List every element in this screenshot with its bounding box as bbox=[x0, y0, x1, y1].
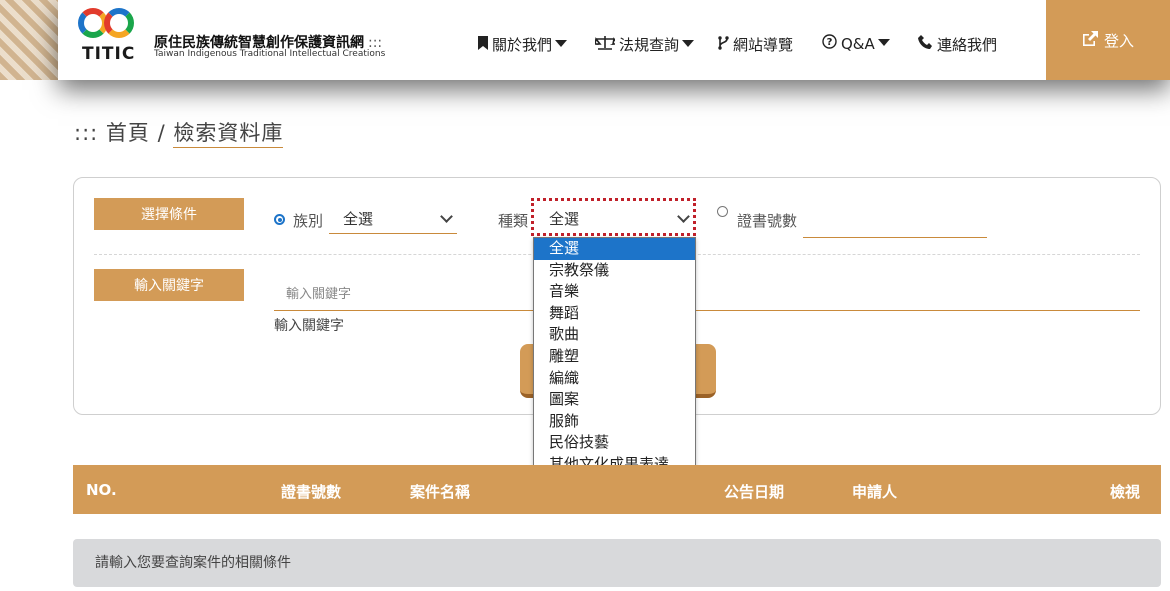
phone-icon bbox=[918, 35, 933, 54]
share-square-icon bbox=[1082, 30, 1098, 50]
type-option[interactable]: 雕塑 bbox=[534, 346, 695, 368]
column-header-certificate[interactable]: 證書號數 bbox=[281, 481, 341, 502]
breadcrumb-separator: / bbox=[157, 121, 166, 145]
svg-text:?: ? bbox=[827, 37, 833, 48]
keyword-input[interactable] bbox=[274, 279, 1140, 311]
column-header-announce-date[interactable]: 公告日期 bbox=[724, 481, 784, 502]
logo-ring-right bbox=[104, 8, 134, 38]
column-header-applicant[interactable]: 申請人 bbox=[852, 481, 897, 502]
type-option[interactable]: 音樂 bbox=[534, 281, 695, 303]
certificate-number-field[interactable] bbox=[803, 237, 987, 238]
breadcrumb: ::: 首頁 / 檢索資料庫 bbox=[74, 117, 284, 148]
breadcrumb-prefix: ::: bbox=[74, 121, 99, 145]
scales-icon bbox=[594, 35, 620, 54]
logo-text: TITIC bbox=[82, 44, 136, 64]
type-option[interactable]: 歌曲 bbox=[534, 324, 695, 346]
nav-regulations[interactable]: 法規查詢 bbox=[594, 34, 695, 55]
ethnic-radio[interactable] bbox=[274, 214, 285, 225]
certificate-radio[interactable] bbox=[717, 206, 728, 217]
keyword-tag: 輸入關鍵字 bbox=[94, 269, 244, 301]
chevron-down-icon bbox=[877, 39, 890, 46]
login-label: 登入 bbox=[1103, 31, 1134, 50]
ethnic-select-value: 全選 bbox=[343, 210, 374, 228]
site-header: TITIC 原住民族傳統智慧創作保護資訊網::: Taiwan Indigeno… bbox=[58, 0, 1170, 80]
sitemap-icon bbox=[718, 35, 729, 54]
type-option[interactable]: 民俗技藝 bbox=[534, 432, 695, 454]
chevron-down-icon bbox=[682, 40, 695, 47]
login-button[interactable]: 登入 bbox=[1046, 0, 1170, 80]
nav-contact-label: 連絡我們 bbox=[937, 36, 998, 54]
column-header-view[interactable]: 檢視 bbox=[1110, 481, 1140, 502]
nav-qa[interactable]: ? Q&A bbox=[822, 34, 890, 53]
keyword-hint: 輸入關鍵字 bbox=[274, 318, 344, 334]
type-select-focus-ring bbox=[531, 198, 696, 236]
nav-qa-label: Q&A bbox=[841, 34, 875, 53]
condition-label: 選擇條件 bbox=[94, 198, 244, 230]
empty-results-message: 請輸入您要查詢案件的相關條件 bbox=[73, 539, 1161, 587]
type-option[interactable]: 全選 bbox=[534, 238, 695, 260]
decorative-pattern bbox=[0, 0, 62, 80]
results-table-header: NO. 證書號數 案件名稱 公告日期 申請人 檢視 bbox=[73, 465, 1161, 514]
type-label: 種類 bbox=[498, 212, 529, 230]
nav-regulations-label: 法規查詢 bbox=[619, 36, 680, 54]
nav-sitemap-label: 網站導覽 bbox=[733, 36, 794, 54]
breadcrumb-home[interactable]: 首頁 bbox=[106, 121, 150, 145]
type-option[interactable]: 宗教祭儀 bbox=[534, 260, 695, 282]
nav-sitemap[interactable]: 網站導覽 bbox=[718, 34, 793, 55]
type-option[interactable]: 編織 bbox=[534, 368, 695, 390]
question-icon: ? bbox=[822, 34, 837, 53]
certificate-radio-label[interactable]: 證書號數 bbox=[737, 210, 797, 231]
ethnic-select[interactable]: 全選 bbox=[329, 206, 457, 234]
nav-about[interactable]: 關於我們 bbox=[478, 34, 568, 55]
column-header-case-name[interactable]: 案件名稱 bbox=[410, 481, 470, 502]
ethnic-radio-label[interactable]: 族別 bbox=[293, 210, 323, 231]
site-logo[interactable]: TITIC bbox=[74, 8, 144, 68]
column-header-no[interactable]: NO. bbox=[86, 481, 117, 499]
type-dropdown-list: 全選 宗教祭儀 音樂 舞蹈 歌曲 雕塑 編織 圖案 服飾 民俗技藝 其他文化成果… bbox=[533, 237, 696, 476]
chevron-down-icon bbox=[440, 210, 453, 223]
breadcrumb-current: 檢索資料庫 bbox=[173, 121, 284, 148]
bookmark-icon bbox=[478, 35, 488, 54]
site-subtitle: Taiwan Indigenous Traditional Intellectu… bbox=[154, 49, 386, 59]
nav-about-label: 關於我們 bbox=[492, 36, 553, 54]
chevron-down-icon bbox=[555, 40, 568, 47]
type-option[interactable]: 圖案 bbox=[534, 389, 695, 411]
type-option[interactable]: 服飾 bbox=[534, 411, 695, 433]
nav-contact[interactable]: 連絡我們 bbox=[918, 34, 997, 55]
type-option[interactable]: 舞蹈 bbox=[534, 303, 695, 325]
